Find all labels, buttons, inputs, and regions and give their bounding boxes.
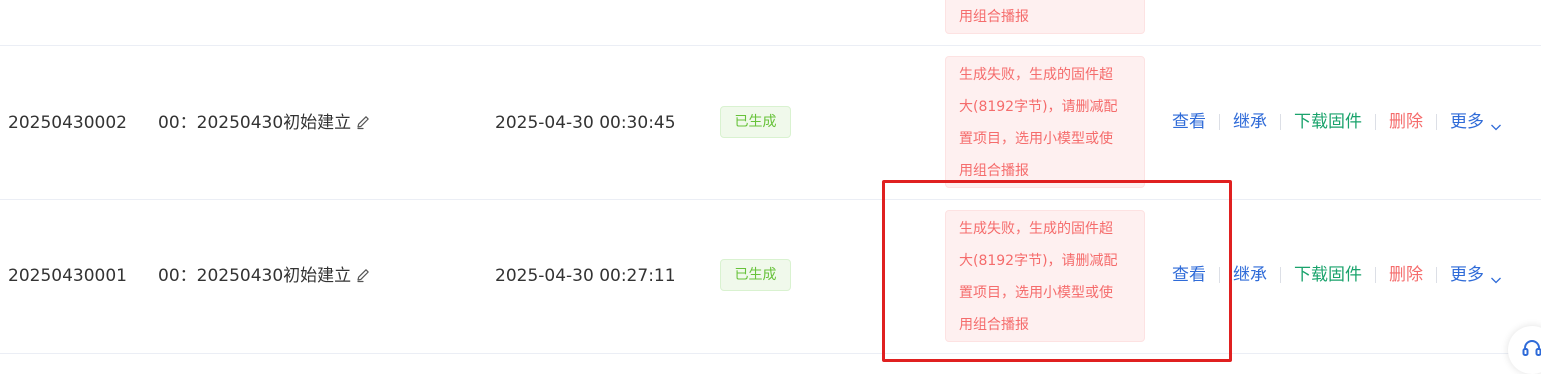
error-line: 用组合播报 xyxy=(959,163,1029,179)
error-line: 大(8192字节)，请删减配 xyxy=(959,253,1118,269)
delete-button[interactable]: 删除 xyxy=(1389,263,1423,287)
action-divider xyxy=(1375,114,1376,130)
error-line: 用组合播报 xyxy=(959,317,1029,333)
more-label: 更多 xyxy=(1450,265,1484,285)
chevron-down-icon xyxy=(1490,116,1502,131)
created-time: 2025-04-30 00:27:11 xyxy=(495,266,676,286)
delete-button[interactable]: 删除 xyxy=(1389,110,1423,134)
table-row: 20250430002 00：20250430初始建立 2025-04-30 0… xyxy=(0,46,1541,199)
error-line: 生成失败，生成的固件超 xyxy=(959,221,1113,237)
action-divider xyxy=(1436,267,1437,283)
error-line: 生成失败，生成的固件超 xyxy=(959,67,1113,83)
error-message: 用组合播报 xyxy=(945,0,1145,34)
action-divider xyxy=(1436,114,1437,130)
error-line: 用组合播报 xyxy=(959,9,1029,25)
status-badge: 已生成 xyxy=(720,106,791,138)
version-text: 00：20250430初始建立 xyxy=(158,266,352,286)
version-cell: 00：20250430初始建立 xyxy=(158,111,371,135)
table-row-partial: 用组合播报 xyxy=(0,0,1541,45)
version-text: 00：20250430初始建立 xyxy=(158,113,352,133)
row-actions: 查看 继承 下载固件 删除 更多 xyxy=(1172,110,1502,134)
download-firmware-button[interactable]: 下载固件 xyxy=(1294,263,1362,287)
view-button[interactable]: 查看 xyxy=(1172,263,1206,287)
view-button[interactable]: 查看 xyxy=(1172,110,1206,134)
inherit-button[interactable]: 继承 xyxy=(1233,263,1267,287)
more-label: 更多 xyxy=(1450,112,1484,132)
more-dropdown[interactable]: 更多 xyxy=(1450,110,1502,134)
status-badge: 已生成 xyxy=(720,259,791,291)
action-divider xyxy=(1280,114,1281,130)
more-dropdown[interactable]: 更多 xyxy=(1450,263,1502,287)
firmware-id: 20250430001 xyxy=(8,266,127,286)
table-row: 20250430001 00：20250430初始建立 2025-04-30 0… xyxy=(0,200,1541,353)
edit-icon[interactable] xyxy=(355,113,371,130)
action-divider xyxy=(1280,267,1281,283)
version-cell: 00：20250430初始建立 xyxy=(158,264,371,288)
download-firmware-button[interactable]: 下载固件 xyxy=(1294,110,1362,134)
error-message: 生成失败，生成的固件超 大(8192字节)，请删减配 置项目，选用小模型或使 用… xyxy=(945,210,1145,342)
error-message: 生成失败，生成的固件超 大(8192字节)，请删减配 置项目，选用小模型或使 用… xyxy=(945,56,1145,188)
firmware-id: 20250430002 xyxy=(8,113,127,133)
row-actions: 查看 继承 下载固件 删除 更多 xyxy=(1172,263,1502,287)
error-line: 大(8192字节)，请删减配 xyxy=(959,99,1118,115)
row-divider xyxy=(0,353,1541,354)
chevron-down-icon xyxy=(1490,269,1502,284)
action-divider xyxy=(1219,267,1220,283)
edit-icon[interactable] xyxy=(355,266,371,283)
error-line: 置项目，选用小模型或使 xyxy=(959,131,1113,147)
error-line: 置项目，选用小模型或使 xyxy=(959,285,1113,301)
inherit-button[interactable]: 继承 xyxy=(1233,110,1267,134)
created-time: 2025-04-30 00:30:45 xyxy=(495,113,676,133)
action-divider xyxy=(1375,267,1376,283)
headset-icon xyxy=(1522,340,1541,356)
action-divider xyxy=(1219,114,1220,130)
